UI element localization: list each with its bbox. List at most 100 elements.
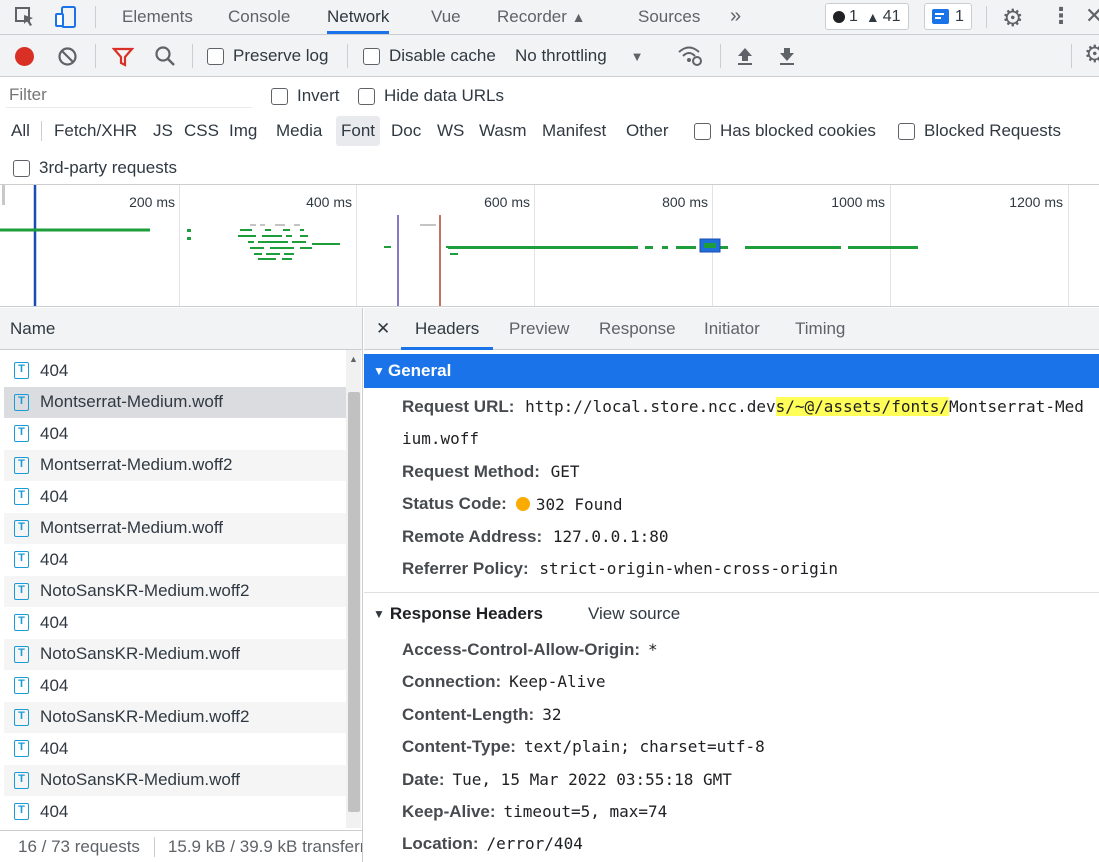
- request-row[interactable]: T Montserrat-Medium.woff: [4, 512, 346, 544]
- tab-recorder[interactable]: Recorder ▲: [497, 0, 586, 34]
- export-har-icon[interactable]: [777, 45, 797, 67]
- request-url-value-end: Montserrat-Med: [948, 397, 1084, 416]
- network-overview-timeline[interactable]: 200 ms 400 ms 600 ms 800 ms 1000 ms 1200…: [0, 185, 1099, 307]
- request-row[interactable]: T 404: [4, 796, 346, 828]
- response-headers-section-header[interactable]: ▼ Response Headers View source: [373, 602, 680, 626]
- type-filter-css[interactable]: CSS: [179, 116, 224, 146]
- devtools-tab-bar: Elements Console Network Vue Recorder ▲ …: [0, 0, 1099, 35]
- response-header-row: Date: Tue, 15 Mar 2022 03:55:18 GMT: [402, 770, 732, 790]
- network-settings-gear-icon[interactable]: ⚙: [1084, 40, 1099, 69]
- response-header-value: Tue, 15 Mar 2022 03:55:18 GMT: [452, 769, 732, 789]
- network-conditions-icon[interactable]: [677, 44, 703, 68]
- type-filter-wasm[interactable]: Wasm: [474, 116, 532, 146]
- request-url-label: Request URL:: [402, 397, 515, 416]
- disable-cache-checkbox[interactable]: Disable cache: [363, 45, 496, 67]
- preserve-log-label: Preserve log: [233, 46, 329, 65]
- warning-icon: ▲: [865, 8, 880, 25]
- request-method-label: Request Method:: [402, 462, 540, 481]
- request-details-panel: ✕ Headers Preview Response Initiator Tim…: [364, 308, 1099, 862]
- invert-box[interactable]: [271, 87, 288, 105]
- response-header-row: Connection: Keep-Alive: [402, 672, 605, 692]
- blocked-requests-box[interactable]: [898, 122, 915, 140]
- type-filter-js[interactable]: JS: [148, 116, 178, 146]
- type-filter-manifest[interactable]: Manifest: [537, 116, 611, 146]
- type-filter-img[interactable]: Img: [224, 116, 262, 146]
- tab-preview[interactable]: Preview: [509, 308, 569, 350]
- request-row[interactable]: T 404: [4, 607, 346, 639]
- has-blocked-cookies-checkbox[interactable]: Has blocked cookies: [694, 120, 876, 142]
- type-filter-fetch-xhr[interactable]: Fetch/XHR: [49, 116, 142, 146]
- tab-sources[interactable]: Sources: [638, 0, 700, 34]
- general-section-header[interactable]: ▼ General: [364, 354, 1099, 388]
- response-header-value: Keep-Alive: [509, 672, 606, 692]
- request-row[interactable]: T 404: [4, 733, 346, 765]
- close-devtools-icon[interactable]: ✕: [1085, 3, 1099, 29]
- filter-input[interactable]: [6, 82, 252, 108]
- request-row[interactable]: T 404: [4, 670, 346, 702]
- clear-icon[interactable]: [57, 46, 78, 67]
- third-party-box[interactable]: [13, 159, 30, 177]
- error-icon: [833, 10, 845, 23]
- request-row[interactable]: T NotoSansKR-Medium.woff: [4, 638, 346, 670]
- preserve-log-checkbox[interactable]: Preserve log: [207, 45, 328, 67]
- has-blocked-cookies-box[interactable]: [694, 122, 711, 140]
- request-url-highlight: s/~@/assets/fonts/: [775, 397, 949, 416]
- device-toolbar-icon[interactable]: [54, 5, 78, 29]
- tab-headers[interactable]: Headers: [401, 308, 494, 350]
- preserve-log-box[interactable]: [207, 47, 224, 65]
- tab-response[interactable]: Response: [599, 308, 676, 350]
- request-row[interactable]: T NotoSansKR-Medium.woff2: [4, 701, 346, 733]
- hide-data-urls-box[interactable]: [358, 87, 375, 105]
- tab-vue[interactable]: Vue: [431, 0, 461, 34]
- more-options-icon[interactable]: ⋮: [1050, 3, 1072, 29]
- record-button[interactable]: [15, 47, 34, 66]
- import-har-icon[interactable]: [735, 45, 755, 67]
- type-filter-doc[interactable]: Doc: [386, 116, 426, 146]
- type-filter-all[interactable]: All: [6, 116, 35, 146]
- scrollbar-thumb[interactable]: [348, 392, 360, 812]
- close-details-icon[interactable]: ✕: [376, 308, 390, 350]
- hide-data-urls-checkbox[interactable]: Hide data URLs: [358, 85, 504, 107]
- blocked-requests-checkbox[interactable]: Blocked Requests: [898, 120, 1061, 142]
- filter-icon[interactable]: [111, 46, 135, 68]
- request-row[interactable]: T 404: [4, 418, 346, 450]
- tab-timing[interactable]: Timing: [795, 308, 845, 350]
- request-row[interactable]: T 404: [4, 544, 346, 576]
- font-file-icon: T: [14, 425, 29, 443]
- response-header-value: /error/404: [486, 834, 583, 854]
- messages-counter[interactable]: 1: [924, 3, 972, 30]
- request-row[interactable]: T 404: [4, 355, 346, 387]
- response-header-row: Location: /error/404: [402, 834, 583, 854]
- type-filter-font[interactable]: Font: [336, 116, 381, 146]
- view-source-link[interactable]: View source: [588, 604, 680, 624]
- third-party-checkbox[interactable]: 3rd-party requests: [13, 157, 177, 179]
- type-filter-ws[interactable]: WS: [432, 116, 469, 146]
- invert-checkbox[interactable]: Invert: [271, 85, 340, 107]
- more-tabs-icon[interactable]: »: [730, 0, 741, 34]
- request-row[interactable]: T 404: [4, 481, 346, 513]
- response-headers-title: Response Headers: [389, 604, 543, 623]
- request-name: 404: [40, 612, 69, 632]
- settings-gear-icon[interactable]: ⚙: [1002, 4, 1024, 33]
- request-row[interactable]: T Montserrat-Medium.woff: [4, 386, 346, 418]
- name-column-header[interactable]: Name: [0, 308, 362, 350]
- tab-elements[interactable]: Elements: [122, 0, 193, 34]
- throttling-select[interactable]: No throttling ▼: [515, 45, 644, 67]
- message-icon: [932, 9, 949, 24]
- tab-initiator[interactable]: Initiator: [704, 308, 760, 350]
- tab-console[interactable]: Console: [228, 0, 290, 34]
- type-filter-other[interactable]: Other: [621, 116, 674, 146]
- disable-cache-box[interactable]: [363, 47, 380, 65]
- type-filter-media[interactable]: Media: [271, 116, 327, 146]
- font-file-icon: T: [14, 362, 29, 380]
- search-icon[interactable]: [154, 45, 176, 67]
- response-header-row: Access-Control-Allow-Origin: *: [402, 640, 658, 660]
- request-row[interactable]: T NotoSansKR-Medium.woff: [4, 764, 346, 796]
- request-row[interactable]: T NotoSansKR-Medium.woff2: [4, 575, 346, 607]
- scroll-up-arrow-icon[interactable]: ▲: [349, 354, 358, 364]
- tab-network[interactable]: Network: [327, 0, 390, 34]
- inspect-element-icon[interactable]: [14, 6, 36, 28]
- request-row[interactable]: T Montserrat-Medium.woff2: [4, 449, 346, 481]
- request-list-panel: Name T 404 T Montserrat-Medium.woff T 404 T Mon…: [0, 308, 363, 862]
- issues-counter[interactable]: 1 ▲ 41: [825, 3, 909, 30]
